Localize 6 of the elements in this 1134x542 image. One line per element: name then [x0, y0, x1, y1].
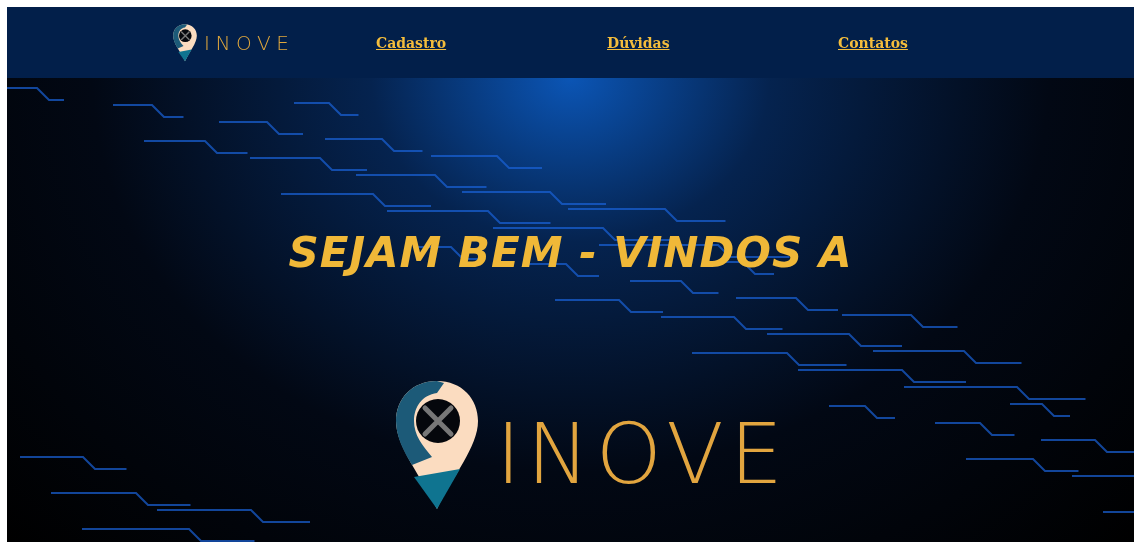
nav-link[interactable]: Contatos: [838, 34, 1069, 51]
logo-text: INOVE: [204, 32, 295, 53]
nav-link[interactable]: Dúvidas: [607, 34, 838, 51]
logo-text: INOVE: [496, 412, 789, 496]
hero-heading: SEJAM BEM - VINDOS A: [288, 228, 853, 277]
nav-link[interactable]: Cadastro: [376, 34, 607, 51]
